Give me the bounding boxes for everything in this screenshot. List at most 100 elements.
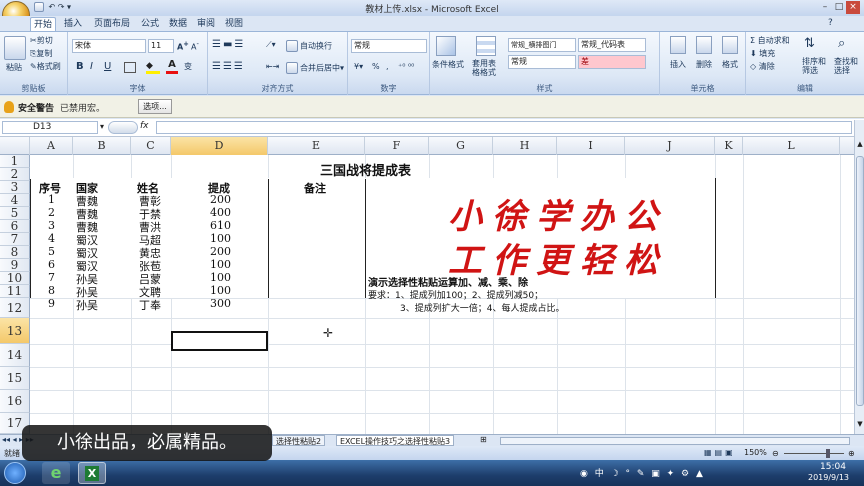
shrink-font-button[interactable]: A- xyxy=(191,40,199,52)
row-header-selected[interactable]: 13 xyxy=(0,318,30,344)
vertical-align-icons[interactable]: ☰▬☰ xyxy=(212,39,262,53)
cut-button[interactable]: ✂剪切 xyxy=(30,35,53,46)
font-size-select[interactable]: 11 xyxy=(148,39,174,53)
column-header-selected[interactable]: D xyxy=(171,137,268,155)
minimize-button[interactable]: – xyxy=(818,1,832,14)
row-header[interactable]: 14 xyxy=(0,344,30,367)
data-cell[interactable]: 丁奉 xyxy=(139,297,161,313)
fill-color-icon[interactable]: ◆ xyxy=(146,61,160,74)
zoom-level[interactable]: 150% xyxy=(744,448,767,457)
column-header[interactable]: I xyxy=(557,137,625,155)
data-cell[interactable]: 300 xyxy=(210,297,231,310)
chevron-down-icon[interactable]: ▾ xyxy=(67,3,71,12)
maximize-button[interactable]: □ xyxy=(832,1,846,14)
new-sheet-icon[interactable]: ⊞ xyxy=(480,435,487,444)
row-header[interactable]: 16 xyxy=(0,390,30,413)
data-cell[interactable]: 孙吴 xyxy=(76,297,98,313)
style-cell-4[interactable]: 差 xyxy=(578,55,646,69)
insert-cells-icon[interactable] xyxy=(670,36,686,54)
table-format-icon[interactable] xyxy=(476,36,496,56)
italic-button[interactable]: I xyxy=(90,61,93,72)
security-options-button[interactable]: 选项... xyxy=(138,99,172,114)
data-cell[interactable]: 5 xyxy=(48,245,55,258)
column-header[interactable]: F xyxy=(365,137,429,155)
paste-button[interactable]: 粘贴 xyxy=(6,62,22,73)
row-header[interactable]: 12 xyxy=(0,298,30,318)
format-cells-icon[interactable] xyxy=(722,36,738,54)
column-header[interactable]: C xyxy=(131,137,171,155)
data-cell[interactable]: 3 xyxy=(48,219,55,232)
save-icon[interactable] xyxy=(34,2,44,12)
scroll-up-icon[interactable]: ▲ xyxy=(856,140,864,152)
formula-input[interactable] xyxy=(156,121,852,134)
function-icon[interactable]: fx xyxy=(140,121,149,131)
font-name-select[interactable]: 宋体 xyxy=(72,39,146,53)
row-header[interactable]: 15 xyxy=(0,367,30,390)
wrap-text-button[interactable]: 自动换行 xyxy=(286,40,332,52)
grow-font-button[interactable]: A+ xyxy=(177,40,189,52)
decimal-icons[interactable]: ⁺⁰ ⁰⁰ xyxy=(398,62,414,71)
border-icon[interactable] xyxy=(124,62,136,73)
data-cell[interactable]: 1 xyxy=(48,193,55,206)
merge-center-button[interactable]: 合并后居中▾ xyxy=(286,62,344,74)
column-header[interactable]: G xyxy=(429,137,493,155)
sheet-tab[interactable]: 选择性粘贴2 xyxy=(272,435,326,446)
data-cell[interactable]: 8 xyxy=(48,284,55,297)
insert-cells-button[interactable]: 插入 xyxy=(670,59,686,70)
data-cell[interactable]: 200 xyxy=(210,193,231,206)
note-line-1[interactable]: 演示选择性粘贴运算加、减、乘、除 xyxy=(368,274,528,289)
fill-button[interactable]: ⬇ 填充 xyxy=(750,48,775,59)
column-header[interactable]: L xyxy=(743,137,840,155)
data-cell[interactable]: 100 xyxy=(210,258,231,271)
comma-button[interactable]: , xyxy=(386,62,389,71)
data-cell[interactable]: 400 xyxy=(210,206,231,219)
zoom-slider-thumb[interactable] xyxy=(826,449,830,458)
zoom-out-icon[interactable]: ⊖ xyxy=(772,449,779,458)
name-box[interactable]: D13 xyxy=(2,121,98,134)
tray-icons[interactable]: ◉ 中 ☽ ° ✎ ▣ ✦ ⚙ ▲ xyxy=(580,466,705,479)
worksheet[interactable]: A B C D E F G H I J K L 1 2 3 4 5 6 7 8 … xyxy=(0,137,854,434)
vertical-scrollbar[interactable]: ▲ ▼ xyxy=(854,120,864,434)
scroll-thumb[interactable] xyxy=(856,156,864,406)
copy-button[interactable]: ⎘复制 xyxy=(30,48,52,59)
conditional-format-button[interactable]: 条件格式 xyxy=(432,59,464,70)
paste-icon[interactable] xyxy=(4,36,26,60)
scroll-down-icon[interactable]: ▼ xyxy=(856,420,864,432)
data-cell[interactable]: 4 xyxy=(48,232,55,245)
column-header[interactable]: H xyxy=(493,137,557,155)
number-format-select[interactable]: 常规 xyxy=(351,39,427,53)
currency-icon[interactable]: ¥▾ xyxy=(354,62,363,71)
view-mode-icons[interactable]: ▦▤▣ xyxy=(704,448,736,457)
binoculars-icon[interactable]: ⌕ xyxy=(838,36,854,54)
style-cell-3[interactable]: 常规 xyxy=(508,55,576,69)
active-cell[interactable] xyxy=(171,331,268,351)
data-cell[interactable]: 9 xyxy=(48,297,55,310)
percent-button[interactable]: % xyxy=(372,62,380,71)
autosum-button[interactable]: Σ 自动求和 xyxy=(750,35,790,46)
zoom-slider[interactable] xyxy=(784,453,844,454)
select-all-corner[interactable] xyxy=(0,137,30,155)
sort-filter-button[interactable]: 排序和筛选 xyxy=(802,57,832,75)
note-line-2[interactable]: 要求：1、提成列加100；2、提成列减50； xyxy=(368,288,543,301)
note-line-3[interactable]: 3、提成列扩大一倍；4、每人提成占比。 xyxy=(400,301,564,314)
row-header[interactable]: 11 xyxy=(0,285,30,298)
font-color-icon[interactable]: A xyxy=(166,59,178,74)
data-cell[interactable]: 100 xyxy=(210,284,231,297)
formula-bar-splitter[interactable] xyxy=(108,121,138,134)
close-button[interactable]: × xyxy=(846,1,860,14)
delete-cells-icon[interactable] xyxy=(696,36,712,54)
sort-filter-icon[interactable]: ⇅ xyxy=(804,36,820,54)
format-cells-button[interactable]: 格式 xyxy=(722,59,738,70)
indent-icons[interactable]: ⇤⇥ xyxy=(266,62,279,71)
data-cell[interactable]: 7 xyxy=(48,271,55,284)
orientation-icon[interactable]: ⟋▾ xyxy=(266,40,276,50)
delete-cells-button[interactable]: 删除 xyxy=(696,59,712,70)
help-icon[interactable]: ? xyxy=(828,18,833,28)
header-cell[interactable]: 备注 xyxy=(304,180,326,196)
table-title[interactable]: 三国战将提成表 xyxy=(320,160,411,179)
tab-formulas[interactable]: 公式 xyxy=(138,17,162,32)
phonetic-icon[interactable]: 变 xyxy=(184,61,192,72)
column-header[interactable]: A xyxy=(30,137,73,155)
sheet-tab-active[interactable]: EXCEL操作技巧之选择性粘贴3 xyxy=(336,435,455,446)
table-format-button[interactable]: 套用表格格式 xyxy=(472,59,502,77)
